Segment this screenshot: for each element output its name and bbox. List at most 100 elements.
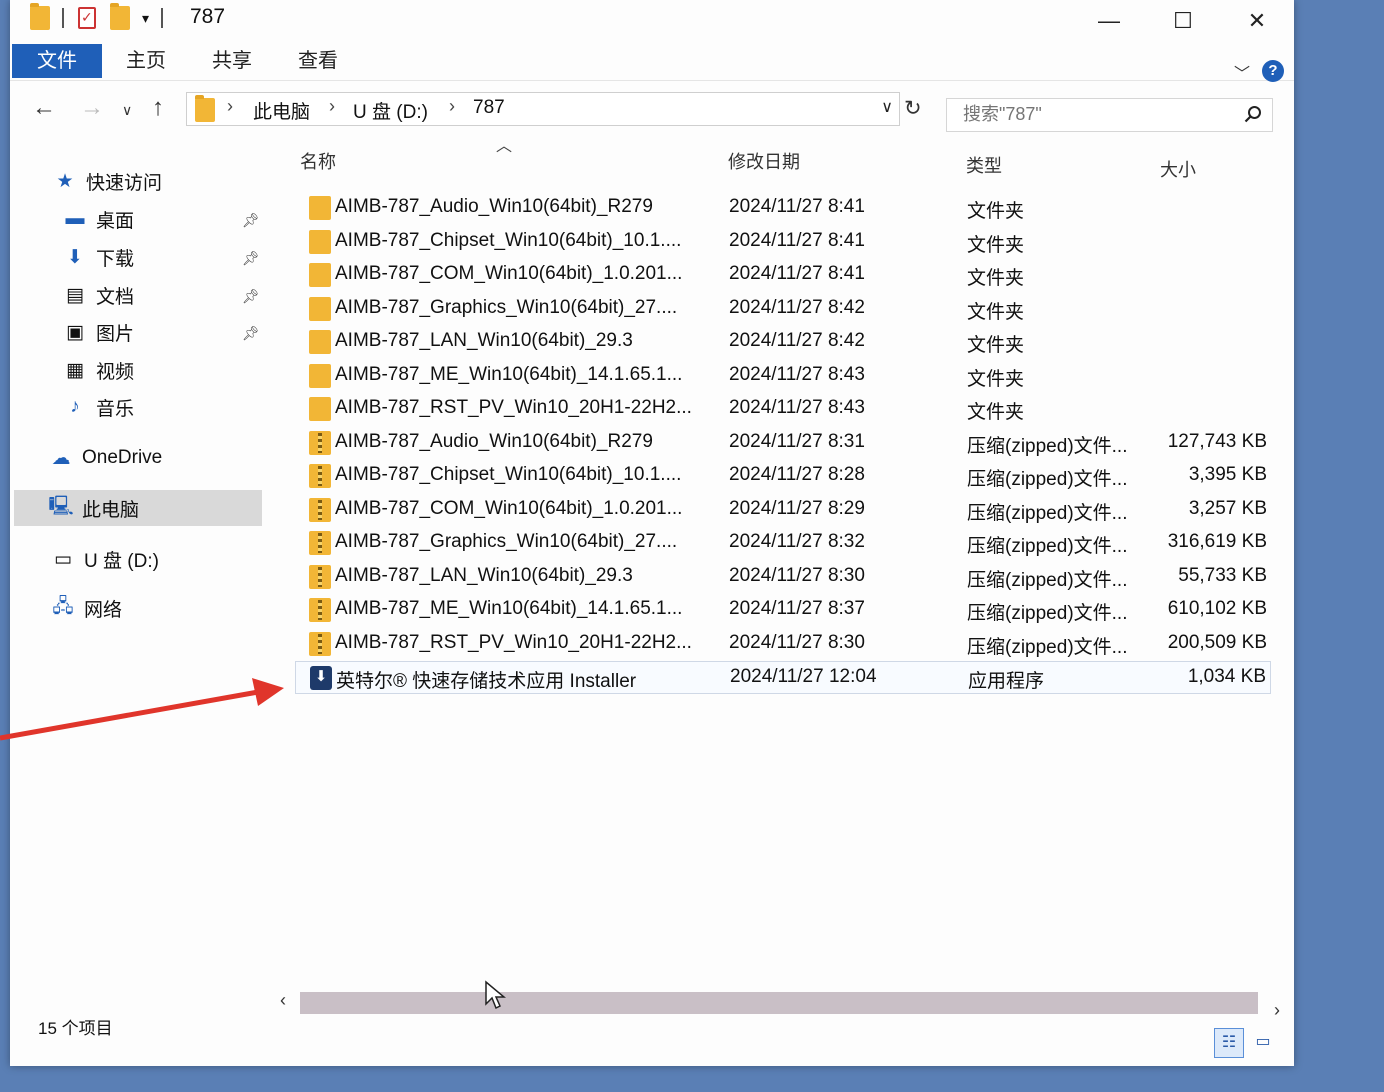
refresh-icon[interactable]: ↻ <box>904 96 922 121</box>
minimize-button[interactable]: — <box>1086 6 1132 36</box>
file-size: 1,034 KB <box>1187 666 1266 687</box>
computer-icon: 🖳︎ <box>48 496 74 517</box>
file-size: 610,102 KB <box>1167 598 1267 619</box>
file-row[interactable]: AIMB-787_LAN_Win10(64bit)_29.3 2024/11/27… <box>295 561 1271 594</box>
file-row[interactable]: AIMB-787_COM_Win10(64bit)_1.0.201... 2024… <box>295 494 1271 527</box>
file-date-modified: 2024/11/27 8:43 <box>729 364 865 385</box>
chevron-right-icon: › <box>329 96 335 116</box>
ribbon-expand-chevron-icon[interactable]: ﹀ <box>1234 60 1250 84</box>
tab-view[interactable]: 查看 <box>298 44 338 78</box>
large-icons-view-icon[interactable]: ▭ <box>1248 1028 1278 1058</box>
column-header-size[interactable]: 大小 <box>1160 156 1196 182</box>
file-size: 316,619 KB <box>1167 531 1267 552</box>
file-type: 压缩(zipped)文件... <box>967 637 1128 658</box>
installer-app-icon <box>310 666 332 690</box>
file-size: 127,743 KB <box>1167 431 1267 452</box>
file-row[interactable]: AIMB-787_COM_Win10(64bit)_1.0.201... 2024… <box>295 259 1271 292</box>
nav-usb-drive[interactable]: ▭ U 盘 (D:) <box>50 544 159 574</box>
properties-icon[interactable] <box>78 7 96 29</box>
file-row[interactable]: AIMB-787_RST_PV_Win10_20H1-22H2... 2024/1… <box>295 628 1271 661</box>
file-row[interactable]: AIMB-787_LAN_Win10(64bit)_29.3 2024/11/27… <box>295 326 1271 359</box>
explorer-window: ▾ 787 — ☐ ✕ 文件 主页 共享 查看 ﹀ ? ← → ∨ ↑ › 此电… <box>10 0 1294 1066</box>
search-input[interactable] <box>961 103 1235 126</box>
file-row[interactable]: AIMB-787_ME_Win10(64bit)_14.1.65.1... 202… <box>295 360 1271 393</box>
pin-icon[interactable]: 📌︎ <box>242 212 260 229</box>
column-header-type[interactable]: 类型 <box>966 152 1002 178</box>
tab-home[interactable]: 主页 <box>126 44 166 78</box>
file-date-modified: 2024/11/27 8:31 <box>729 431 865 452</box>
nav-quick-access[interactable]: ★ 快速访问 <box>52 166 162 196</box>
nav-item-videos[interactable]: ▦ 视频 <box>62 355 134 385</box>
scroll-right-icon[interactable]: › <box>1274 1000 1280 1021</box>
nav-this-pc[interactable]: 🖳︎ 此电脑 <box>48 493 139 523</box>
file-row[interactable]: AIMB-787_Audio_Win10(64bit)_R279 2024/11/… <box>295 192 1271 225</box>
file-name: AIMB-787_COM_Win10(64bit)_1.0.201... <box>335 498 683 519</box>
maximize-button[interactable]: ☐ <box>1160 6 1206 36</box>
nav-item-desktop[interactable]: ▬ 桌面 <box>62 204 135 234</box>
file-date-modified: 2024/11/27 8:29 <box>729 498 865 519</box>
file-row[interactable]: 英特尔® 快速存储技术应用 Installer 2024/11/27 12:04 应… <box>295 661 1271 694</box>
nav-item-label: 视频 <box>96 361 135 383</box>
toolbar-separator <box>161 8 164 28</box>
file-row[interactable]: AIMB-787_ME_Win10(64bit)_14.1.65.1... 202… <box>295 594 1271 627</box>
file-type: 文件夹 <box>967 369 1025 390</box>
nav-item-music[interactable]: ♪ 音乐 <box>62 392 134 422</box>
nav-item-downloads[interactable]: ⬇ 下载 <box>62 242 134 272</box>
folder-icon <box>309 230 331 254</box>
details-view-icon[interactable]: ☷ <box>1214 1028 1244 1058</box>
tab-share[interactable]: 共享 <box>212 44 252 78</box>
file-type: 文件夹 <box>967 302 1025 323</box>
search-icon[interactable] <box>1244 105 1262 123</box>
file-date-modified: 2024/11/27 8:37 <box>729 598 865 619</box>
scroll-left-icon[interactable]: ‹ <box>280 990 286 1011</box>
nav-this-pc-label: 此电脑 <box>82 499 140 521</box>
file-row[interactable]: AIMB-787_RST_PV_Win10_20H1-22H2... 2024/1… <box>295 393 1271 426</box>
up-button[interactable]: ↑ <box>152 94 164 122</box>
file-date-modified: 2024/11/27 8:32 <box>729 531 865 552</box>
breadcrumb-folder[interactable]: 787 <box>473 97 505 119</box>
tab-file[interactable]: 文件 <box>12 44 102 78</box>
file-type: 文件夹 <box>967 235 1025 256</box>
scrollbar-thumb[interactable] <box>300 992 1258 1014</box>
pin-icon[interactable]: 📌︎ <box>242 325 260 342</box>
column-header-modified[interactable]: 修改日期 <box>728 148 800 174</box>
close-button[interactable]: ✕ <box>1234 6 1280 36</box>
search-box[interactable] <box>946 98 1273 132</box>
new-folder-icon[interactable] <box>110 3 130 30</box>
nav-item-documents[interactable]: ▤ 文档 <box>62 280 134 310</box>
address-bar[interactable]: › 此电脑 › U 盘 (D:) › 787 ∨ <box>186 92 900 126</box>
breadcrumb-this-pc[interactable]: 此电脑 <box>253 97 310 124</box>
file-type: 压缩(zipped)文件... <box>967 503 1128 524</box>
file-row[interactable]: AIMB-787_Chipset_Win10(64bit)_10.1.... 20… <box>295 226 1271 259</box>
breadcrumb-usb-drive[interactable]: U 盘 (D:) <box>353 97 428 124</box>
help-icon[interactable]: ? <box>1262 60 1284 82</box>
file-size: 3,257 KB <box>1188 498 1267 519</box>
forward-button[interactable]: → <box>80 94 104 122</box>
file-row[interactable]: AIMB-787_Graphics_Win10(64bit)_27.... 202… <box>295 527 1271 560</box>
sort-ascending-icon: ︿ <box>496 138 513 155</box>
cloud-icon: ☁ <box>51 447 71 469</box>
file-type: 压缩(zipped)文件... <box>967 469 1128 490</box>
file-row[interactable]: AIMB-787_Audio_Win10(64bit)_R279 2024/11/… <box>295 427 1271 460</box>
nav-network[interactable]: 🖧︎ 网络 <box>50 593 122 623</box>
zip-file-icon <box>309 498 331 522</box>
file-name: AIMB-787_Graphics_Win10(64bit)_27.... <box>335 531 678 552</box>
file-date-modified: 2024/11/27 8:42 <box>729 330 865 351</box>
nav-item-pictures[interactable]: ▣ 图片 <box>62 317 134 347</box>
column-header-name[interactable]: 名称 <box>300 148 336 174</box>
file-name: AIMB-787_RST_PV_Win10_20H1-22H2... <box>335 632 692 653</box>
nav-onedrive[interactable]: ☁ OneDrive <box>48 443 163 473</box>
recent-locations-chevron-icon[interactable]: ∨ <box>122 102 132 119</box>
file-date-modified: 2024/11/27 8:30 <box>729 565 865 586</box>
customize-toolbar-icon[interactable]: ▾ <box>142 10 149 27</box>
file-name: AIMB-787_Graphics_Win10(64bit)_27.... <box>335 297 678 318</box>
back-button[interactable]: ← <box>32 94 56 122</box>
address-dropdown-icon[interactable]: ∨ <box>881 97 893 117</box>
folder-icon <box>309 297 331 321</box>
chevron-right-icon: › <box>449 96 455 116</box>
pin-icon[interactable]: 📌︎ <box>242 288 260 305</box>
file-row[interactable]: AIMB-787_Chipset_Win10(64bit)_10.1.... 20… <box>295 460 1271 493</box>
file-row[interactable]: AIMB-787_Graphics_Win10(64bit)_27.... 202… <box>295 293 1271 326</box>
pin-icon[interactable]: 📌︎ <box>242 250 260 267</box>
horizontal-scrollbar[interactable]: ‹ › <box>280 990 1280 1020</box>
